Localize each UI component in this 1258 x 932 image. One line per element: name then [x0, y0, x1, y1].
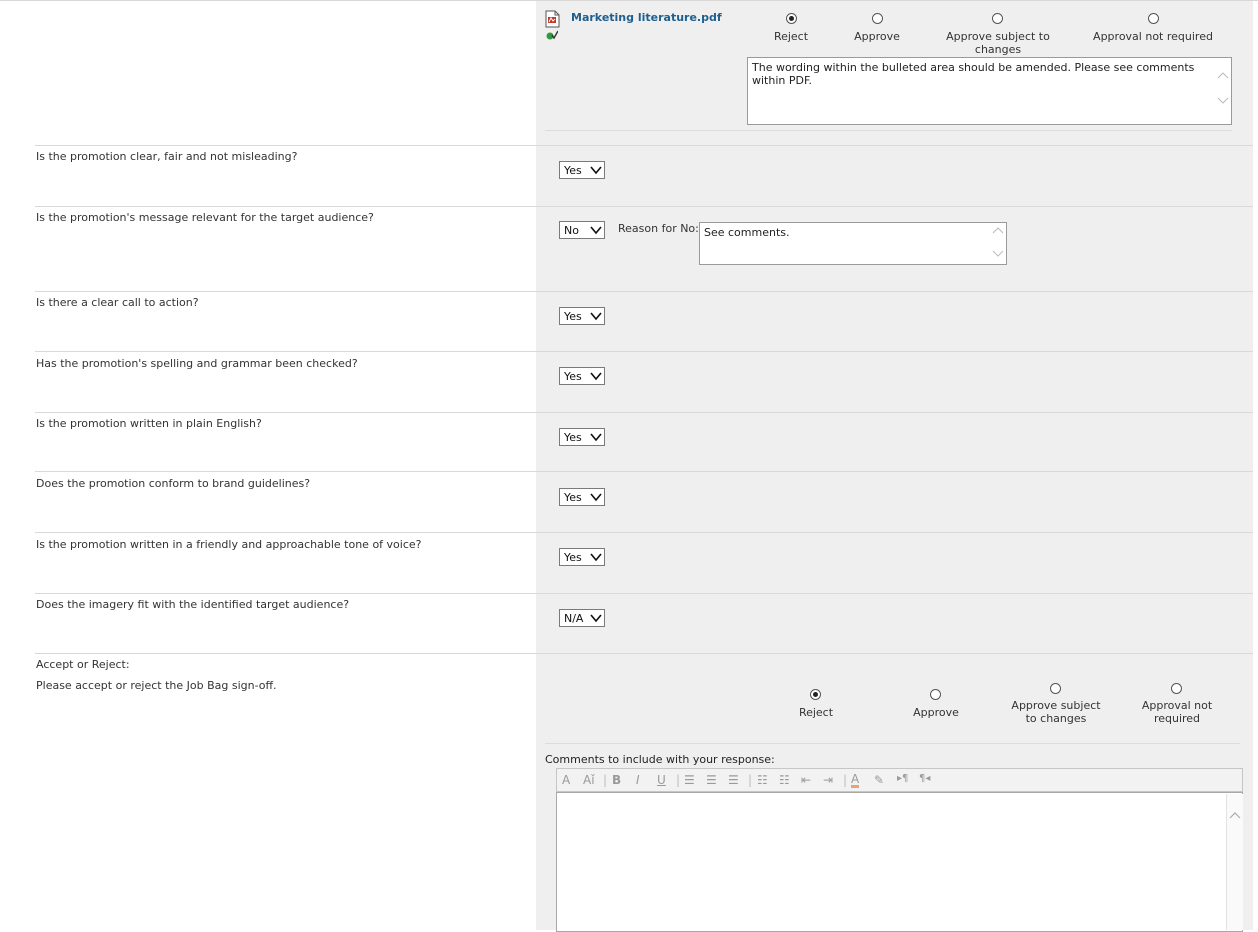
- row-divider: [35, 593, 1253, 594]
- signoff-reject-radio[interactable]: [810, 689, 821, 700]
- attachment-reject-label: Reject: [773, 30, 809, 43]
- question-4-select[interactable]: Yes: [559, 367, 605, 385]
- editor-scrollbar[interactable]: [1226, 794, 1243, 930]
- chevron-down-icon: [590, 553, 602, 562]
- row-divider: [35, 351, 1253, 352]
- signoff-instruction: Please accept or reject the Job Bag sign…: [36, 679, 277, 692]
- question-7-select[interactable]: Yes: [559, 548, 605, 566]
- font-family-icon[interactable]: A: [562, 773, 570, 787]
- row-divider: [35, 653, 1253, 654]
- row-divider: [35, 291, 1253, 292]
- signoff-approve-subject-label: Approve subject to changes: [1011, 699, 1101, 725]
- underline-icon[interactable]: U: [657, 773, 666, 787]
- row-divider: [35, 471, 1253, 472]
- align-left-icon[interactable]: ☰: [684, 773, 695, 787]
- toolbar-separator: |: [843, 773, 848, 787]
- align-right-icon[interactable]: ☰: [728, 773, 739, 787]
- reason-for-no-text: See comments.: [704, 226, 790, 239]
- ltr-icon[interactable]: ▸¶: [897, 773, 908, 784]
- signoff-not-required-radio[interactable]: [1171, 683, 1182, 694]
- attachment-approve-label: Approve: [854, 30, 900, 43]
- attachment-not-required-label: Approval not required: [1093, 30, 1213, 43]
- question-3-text: Is there a clear call to action?: [36, 296, 199, 309]
- pdf-file-icon[interactable]: [545, 10, 561, 28]
- toolbar-separator: |: [676, 773, 681, 787]
- chevron-down-icon: [590, 166, 602, 175]
- chevron-down-icon: [590, 493, 602, 502]
- signoff-approve-label: Approve: [913, 706, 959, 719]
- attachment-approve-radio[interactable]: [872, 13, 883, 24]
- attachment-approve-subject-radio[interactable]: [992, 13, 1003, 24]
- toolbar-separator: |: [748, 773, 753, 787]
- top-divider: [0, 0, 1258, 1]
- attachment-comment-text: The wording within the bulleted area sho…: [752, 61, 1195, 87]
- signoff-reject-label: Reject: [798, 706, 834, 719]
- italic-icon[interactable]: I: [636, 773, 640, 787]
- question-7-text: Is the promotion written in a friendly a…: [36, 538, 422, 551]
- question-3-value: Yes: [564, 310, 582, 323]
- question-2-text: Is the promotion's message relevant for …: [36, 211, 374, 224]
- numbered-list-icon[interactable]: ☷: [757, 773, 768, 787]
- rtl-icon[interactable]: ¶◂: [919, 773, 930, 784]
- question-2-select[interactable]: No: [559, 221, 605, 239]
- signoff-approve-subject-radio[interactable]: [1050, 683, 1061, 694]
- textarea-scroll-arrows[interactable]: [992, 227, 1004, 266]
- row-divider: [35, 206, 1253, 207]
- attachment-approve-subject-label: Approve subject to changes: [946, 30, 1050, 56]
- attachment-not-required-radio[interactable]: [1148, 13, 1159, 24]
- question-5-text: Is the promotion written in plain Englis…: [36, 417, 262, 430]
- attachment-comment-textarea[interactable]: The wording within the bulleted area sho…: [747, 57, 1232, 125]
- question-8-text: Does the imagery fit with the identified…: [36, 598, 350, 611]
- indent-icon[interactable]: ⇥: [823, 773, 833, 787]
- chevron-down-icon: [590, 226, 602, 235]
- signoff-not-required-label: Approval not required: [1141, 699, 1213, 725]
- textarea-scroll-arrows[interactable]: [1217, 72, 1229, 115]
- attachment-reject-radio[interactable]: [786, 13, 797, 24]
- font-color-icon[interactable]: A: [851, 773, 860, 788]
- highlight-color-icon[interactable]: ✎: [874, 773, 884, 787]
- chevron-down-icon: [590, 614, 602, 623]
- question-2-value: No: [564, 224, 579, 237]
- question-1-select[interactable]: Yes: [559, 161, 605, 179]
- question-3-select[interactable]: Yes: [559, 307, 605, 325]
- align-center-icon[interactable]: ☰: [706, 773, 717, 787]
- scroll-up-icon[interactable]: [1227, 808, 1243, 828]
- question-4-value: Yes: [564, 370, 582, 383]
- question-6-value: Yes: [564, 491, 582, 504]
- question-7-value: Yes: [564, 551, 582, 564]
- row-divider: [35, 145, 1253, 146]
- toolbar-separator: |: [603, 773, 608, 787]
- bold-icon[interactable]: B: [612, 773, 621, 787]
- checked-status-icon: [546, 30, 559, 40]
- chevron-down-icon: [590, 433, 602, 442]
- question-6-select[interactable]: Yes: [559, 488, 605, 506]
- question-8-value: N/A: [564, 612, 584, 625]
- reason-for-no-textarea[interactable]: See comments.: [699, 222, 1007, 265]
- attachment-divider: [545, 130, 1232, 131]
- question-1-text: Is the promotion clear, fair and not mis…: [36, 150, 298, 163]
- comments-label: Comments to include with your response:: [545, 753, 775, 766]
- row-divider: [35, 412, 1253, 413]
- question-5-value: Yes: [564, 431, 582, 444]
- question-8-select[interactable]: N/A: [559, 609, 605, 627]
- chevron-down-icon: [590, 312, 602, 321]
- font-size-icon[interactable]: Aǐ: [583, 773, 595, 787]
- bullet-list-icon[interactable]: ☷: [779, 773, 790, 787]
- attachment-file-link[interactable]: Marketing literature.pdf: [571, 11, 722, 24]
- question-6-text: Does the promotion conform to brand guid…: [36, 477, 311, 490]
- signoff-title: Accept or Reject:: [36, 658, 130, 671]
- question-4-text: Has the promotion's spelling and grammar…: [36, 357, 358, 370]
- question-1-value: Yes: [564, 164, 582, 177]
- question-5-select[interactable]: Yes: [559, 428, 605, 446]
- signoff-divider: [545, 743, 1240, 744]
- row-divider: [35, 532, 1253, 533]
- comments-editor[interactable]: [556, 792, 1243, 932]
- outdent-icon[interactable]: ⇤: [801, 773, 811, 787]
- reason-for-no-label: Reason for No:: [618, 222, 699, 235]
- signoff-approve-radio[interactable]: [930, 689, 941, 700]
- chevron-down-icon: [590, 372, 602, 381]
